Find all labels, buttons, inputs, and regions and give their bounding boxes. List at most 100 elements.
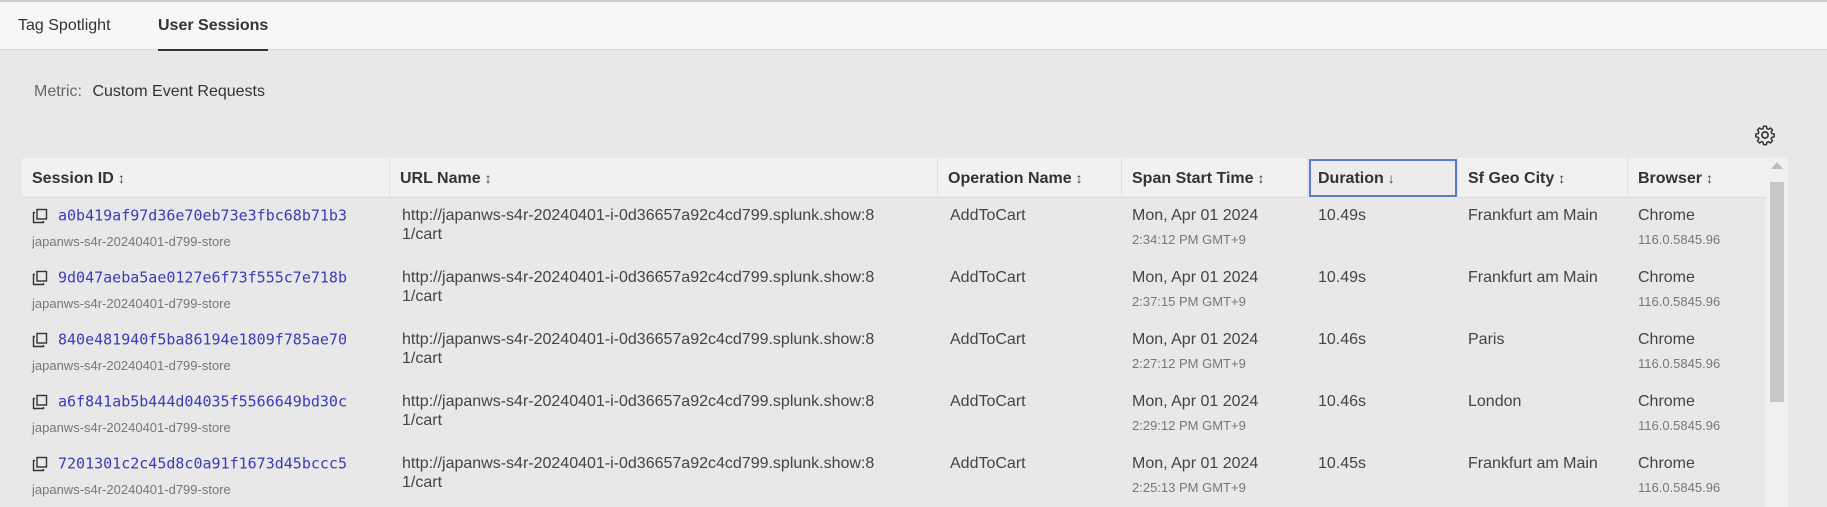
session-id-link[interactable]: a6f841ab5b444d04035f5566649bd30c [58, 392, 347, 410]
city-cell: Frankfurt am Main [1468, 269, 1598, 286]
span-start-time-cell: Mon, Apr 01 2024 2:25:13 PM GMT+9 [1132, 454, 1258, 497]
city-cell: Frankfurt am Main [1468, 455, 1598, 472]
span-time: 2:34:12 PM GMT+9 [1132, 232, 1246, 247]
sort-icon: ↕ [1257, 170, 1265, 186]
browser-version: 116.0.5845.96 [1638, 294, 1721, 309]
browser-version: 116.0.5845.96 [1638, 418, 1721, 433]
url-cell: http://japanws-s4r-20240401-i-0d36657a92… [402, 331, 875, 367]
sort-icon: ↕ [1558, 170, 1566, 186]
column-header-session-id[interactable]: Session ID ↕ [22, 158, 390, 198]
session-id-cell: a0b419af97d36e70eb73e3fbc68b71b3 japanws… [32, 206, 347, 251]
session-id-cell: 9d047aeba5ae0127e6f73f555c7e718b japanws… [32, 268, 347, 313]
duration-cell: 10.49s [1318, 269, 1367, 286]
column-header-span-start-time[interactable]: Span Start Time ↕ [1122, 158, 1308, 198]
session-id-link[interactable]: a0b419af97d36e70eb73e3fbc68b71b3 [58, 206, 347, 224]
scrollbar-thumb[interactable] [1770, 182, 1784, 402]
tab-tag-spotlight[interactable]: Tag Spotlight [18, 2, 111, 50]
browser-name: Chrome [1638, 331, 1695, 348]
column-header-browser[interactable]: Browser ↕ [1628, 158, 1766, 198]
session-id-cell: 7201301c2c45d8c0a91f1673d45bccc5 japanws… [32, 454, 347, 499]
city-cell: Frankfurt am Main [1468, 207, 1598, 224]
browser-cell: Chrome 116.0.5845.96 [1638, 330, 1720, 373]
operation-cell: AddToCart [950, 393, 1026, 410]
url-cell: http://japanws-s4r-20240401-i-0d36657a92… [402, 207, 875, 243]
browser-version: 116.0.5845.96 [1638, 232, 1721, 247]
metric-line: Metric: Custom Event Requests [34, 83, 265, 101]
browser-version: 116.0.5845.96 [1638, 480, 1721, 495]
column-header-duration[interactable]: Duration ↓ [1308, 158, 1458, 198]
gear-icon[interactable] [1754, 124, 1776, 146]
column-header-url-name[interactable]: URL Name ↕ [390, 158, 938, 198]
table-row: 7201301c2c45d8c0a91f1673d45bccc5 japanws… [22, 446, 1766, 507]
table-row: 9d047aeba5ae0127e6f73f555c7e718b japanws… [22, 260, 1766, 322]
span-start-time-cell: Mon, Apr 01 2024 2:37:15 PM GMT+9 [1132, 268, 1258, 311]
column-header-operation-name[interactable]: Operation Name ↕ [938, 158, 1122, 198]
browser-name: Chrome [1638, 393, 1695, 410]
app-name: japanws-s4r-20240401-d799-store [32, 482, 231, 498]
app-name: japanws-s4r-20240401-d799-store [32, 420, 231, 436]
browser-version: 116.0.5845.96 [1638, 356, 1721, 371]
span-date: Mon, Apr 01 2024 [1132, 455, 1259, 472]
copy-icon[interactable] [32, 270, 48, 286]
sessions-table: Session ID ↕ URL Name ↕ Operation Name ↕ Sp… [22, 158, 1790, 507]
url-cell: http://japanws-s4r-20240401-i-0d36657a92… [402, 393, 875, 429]
operation-cell: AddToCart [950, 207, 1026, 224]
session-id-link[interactable]: 7201301c2c45d8c0a91f1673d45bccc5 [58, 454, 347, 472]
browser-name: Chrome [1638, 455, 1695, 472]
operation-cell: AddToCart [950, 455, 1026, 472]
column-header-sf-geo-city[interactable]: Sf Geo City ↕ [1458, 158, 1628, 198]
session-id-cell: 840e481940f5ba86194e1809f785ae70 japanws… [32, 330, 347, 375]
sort-icon: ↕ [117, 170, 125, 186]
app-name: japanws-s4r-20240401-d799-store [32, 358, 231, 374]
span-date: Mon, Apr 01 2024 [1132, 393, 1259, 410]
tab-user-sessions[interactable]: User Sessions [158, 2, 269, 51]
browser-cell: Chrome 116.0.5845.96 [1638, 268, 1720, 311]
city-cell: Paris [1468, 331, 1505, 348]
duration-cell: 10.49s [1318, 207, 1367, 224]
copy-icon[interactable] [32, 332, 48, 348]
sort-icon: ↕ [1706, 170, 1714, 186]
table-scrollbar[interactable] [1766, 158, 1788, 507]
session-id-link[interactable]: 840e481940f5ba86194e1809f785ae70 [58, 330, 347, 348]
table-row: a0b419af97d36e70eb73e3fbc68b71b3 japanws… [22, 198, 1766, 260]
browser-cell: Chrome 116.0.5845.96 [1638, 392, 1720, 435]
browser-cell: Chrome 116.0.5845.96 [1638, 454, 1720, 497]
url-cell: http://japanws-s4r-20240401-i-0d36657a92… [402, 269, 875, 305]
app-name: japanws-s4r-20240401-d799-store [32, 234, 231, 250]
metric-value: Custom Event Requests [92, 83, 265, 100]
duration-cell: 10.46s [1318, 331, 1367, 348]
duration-cell: 10.46s [1318, 393, 1367, 410]
metric-label: Metric: [34, 83, 82, 100]
table-header: Session ID ↕ URL Name ↕ Operation Name ↕ Sp… [22, 158, 1766, 198]
copy-icon[interactable] [32, 208, 48, 224]
span-time: 2:27:12 PM GMT+9 [1132, 356, 1246, 371]
url-cell: http://japanws-s4r-20240401-i-0d36657a92… [402, 455, 875, 491]
browser-name: Chrome [1638, 207, 1695, 224]
browser-cell: Chrome 116.0.5845.96 [1638, 206, 1720, 249]
table-row: a6f841ab5b444d04035f5566649bd30c japanws… [22, 384, 1766, 446]
sort-icon: ↕ [1075, 170, 1083, 186]
app-name: japanws-s4r-20240401-d799-store [32, 296, 231, 312]
session-id-cell: a6f841ab5b444d04035f5566649bd30c japanws… [32, 392, 347, 437]
span-start-time-cell: Mon, Apr 01 2024 2:29:12 PM GMT+9 [1132, 392, 1258, 435]
operation-cell: AddToCart [950, 331, 1026, 348]
sort-desc-icon: ↓ [1387, 170, 1395, 186]
city-cell: London [1468, 393, 1522, 410]
span-date: Mon, Apr 01 2024 [1132, 269, 1259, 286]
browser-name: Chrome [1638, 269, 1695, 286]
scroll-up-arrow-icon[interactable] [1771, 162, 1783, 169]
span-start-time-cell: Mon, Apr 01 2024 2:27:12 PM GMT+9 [1132, 330, 1258, 373]
span-start-time-cell: Mon, Apr 01 2024 2:34:12 PM GMT+9 [1132, 206, 1258, 249]
span-date: Mon, Apr 01 2024 [1132, 207, 1259, 224]
span-time: 2:37:15 PM GMT+9 [1132, 294, 1246, 309]
copy-icon[interactable] [32, 456, 48, 472]
sort-icon: ↕ [484, 170, 492, 186]
table-row: 840e481940f5ba86194e1809f785ae70 japanws… [22, 322, 1766, 384]
operation-cell: AddToCart [950, 269, 1026, 286]
session-id-link[interactable]: 9d047aeba5ae0127e6f73f555c7e718b [58, 268, 347, 286]
tab-bar: Tag Spotlight User Sessions [0, 2, 1827, 51]
copy-icon[interactable] [32, 394, 48, 410]
span-time: 2:29:12 PM GMT+9 [1132, 418, 1246, 433]
duration-cell: 10.45s [1318, 455, 1367, 472]
span-date: Mon, Apr 01 2024 [1132, 331, 1259, 348]
